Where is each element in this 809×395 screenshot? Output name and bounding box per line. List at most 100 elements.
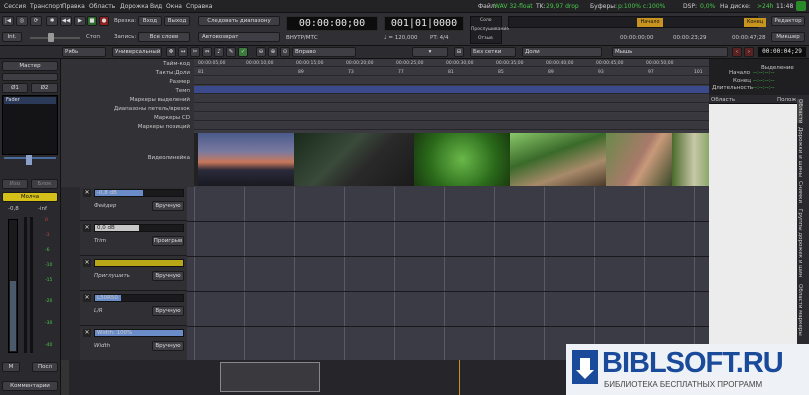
shuttle-icon[interactable]: ✱ — [46, 16, 58, 26]
trim-control[interactable]: 0,0 dB — [94, 224, 184, 232]
tab-tracks-busses[interactable]: Дорожки и шины — [797, 127, 803, 177]
mixer-button[interactable]: Микшер — [771, 32, 805, 42]
width-control[interactable]: Width: 100% — [94, 329, 184, 337]
strip-name-button[interactable]: Мастер — [2, 61, 58, 71]
cut-tool-icon[interactable]: ✂ — [190, 47, 200, 57]
regions-column-region[interactable]: Область — [711, 97, 735, 103]
close-icon[interactable]: ✕ — [83, 224, 91, 232]
automation-mode-button[interactable]: Вручную — [152, 341, 184, 351]
meter-row[interactable] — [194, 77, 709, 85]
start-marker[interactable]: Начало — [637, 18, 663, 27]
range-tool-icon[interactable]: ↔ — [178, 47, 188, 57]
track-width[interactable]: ✕ Width: 100% Width Вручную — [80, 327, 187, 361]
processor-fader[interactable]: Fader — [4, 97, 56, 104]
track-pan[interactable]: ✕ L50R50 L/R Вручную — [80, 292, 187, 326]
timecode-row[interactable]: 00:00:05;00 00:00:10;00 00:00:15;00 00:0… — [194, 59, 709, 67]
mute-control[interactable] — [94, 259, 184, 267]
punch-out-button[interactable]: Выход — [164, 16, 190, 26]
cd-markers-row[interactable] — [194, 113, 709, 121]
automation-mode-button[interactable]: Вручную — [152, 306, 184, 316]
nudge-icon[interactable]: ⊟ — [454, 47, 464, 57]
mini-timeline[interactable]: Начало Конец — [508, 16, 766, 28]
grab-tool-icon[interactable]: ✥ — [166, 47, 176, 57]
loop-icon[interactable]: ⟳ — [30, 16, 42, 26]
automation-mode-button[interactable]: Проигрыв — [152, 236, 184, 246]
editor-button[interactable]: Редактор — [771, 16, 805, 26]
shuttle-handle[interactable] — [48, 33, 54, 42]
end-marker[interactable]: Конец — [744, 18, 766, 27]
autoreturn-toggle[interactable]: Автовозврат — [198, 32, 280, 42]
close-icon[interactable]: ✕ — [83, 259, 91, 267]
nudge-forward-icon[interactable]: › — [744, 47, 754, 57]
track-mute[interactable]: ✕ Приглушить Вручную — [80, 257, 187, 291]
tab-ranges-marks[interactable]: Области маркеры — [797, 284, 803, 336]
play-icon[interactable]: ▶ — [74, 16, 86, 26]
menu-region[interactable]: Область — [89, 3, 115, 10]
menu-transport[interactable]: Транспорт — [30, 3, 63, 10]
regions-list[interactable]: Область Полож — [709, 95, 797, 359]
processor-box[interactable]: Fader — [2, 95, 58, 155]
visible-tracks-select[interactable]: ▾ — [412, 47, 448, 57]
internal-edit-icon[interactable]: ✓ — [238, 47, 248, 57]
grid-type-select[interactable]: Доли — [522, 47, 602, 57]
tab-track-groups[interactable]: Группы дорожек и шин — [797, 209, 803, 277]
shuttle-slider[interactable] — [30, 37, 80, 39]
summary-viewport[interactable] — [220, 362, 320, 392]
solo-safe-button[interactable]: Блок — [31, 179, 58, 189]
fader-control[interactable]: -0,8 dB — [94, 189, 184, 197]
automation-mode-button[interactable]: Вручную — [152, 271, 184, 281]
loop-punch-row[interactable] — [194, 104, 709, 112]
bars-row[interactable]: 81 89 73 77 81 85 89 93 97 101 — [194, 68, 709, 76]
edit-mode-select[interactable]: Рябь — [62, 47, 106, 57]
nudge-back-icon[interactable]: ‹ — [732, 47, 742, 57]
snap-mode-select[interactable]: Без сетки — [470, 47, 516, 57]
zoom-in-icon[interactable]: ⊕ — [268, 47, 278, 57]
punch-in-button[interactable]: Вход — [138, 16, 162, 26]
tab-regions[interactable]: Области — [797, 99, 803, 124]
snap-to-select[interactable]: Мышь — [612, 47, 728, 57]
timeline-rulers[interactable]: 00:00:05;00 00:00:10;00 00:00:15;00 00:0… — [194, 59, 709, 187]
int-button[interactable]: Int. — [2, 32, 22, 42]
location-markers-row[interactable] — [194, 122, 709, 130]
comments-button[interactable]: Комментарии — [2, 381, 58, 391]
rewind-start-icon[interactable]: |◀ — [2, 16, 14, 26]
pan-control[interactable]: L50R50 — [94, 294, 184, 302]
zoom-out-icon[interactable]: ⊖ — [256, 47, 266, 57]
rewind-icon[interactable]: ◀◀ — [60, 16, 72, 26]
zoom-focus-select[interactable]: Вправо — [292, 47, 356, 57]
automation-mode-button[interactable]: Вручную — [152, 201, 184, 211]
meter-point-button[interactable]: M — [2, 362, 20, 372]
close-icon[interactable]: ✕ — [83, 329, 91, 337]
post-fader-button[interactable]: Посл — [32, 362, 58, 372]
record-arm-icon[interactable]: ● — [99, 16, 109, 26]
close-icon[interactable]: ✕ — [83, 189, 91, 197]
tempo-row[interactable] — [194, 86, 709, 94]
tab-snapshots[interactable]: Снимки — [797, 181, 803, 203]
input-button[interactable] — [2, 73, 58, 81]
ripple-mode-select[interactable]: Универсальный — [112, 47, 162, 57]
menu-help[interactable]: Справка — [186, 3, 212, 10]
menu-windows[interactable]: Окна — [166, 3, 182, 10]
draw-tool-icon[interactable]: ✎ — [226, 47, 236, 57]
record-layers-select[interactable]: Все слоев — [138, 32, 190, 42]
regions-column-position[interactable]: Полож — [777, 97, 796, 103]
zoom-session-icon[interactable]: ⊙ — [280, 47, 290, 57]
stop-icon[interactable]: ■ — [87, 16, 97, 26]
phase-invert-2[interactable]: Ø2 — [31, 83, 58, 93]
menu-session[interactable]: Сессия — [4, 3, 26, 10]
menu-track[interactable]: Дорожка — [120, 3, 149, 10]
phase-invert-1[interactable]: Ø1 — [2, 83, 28, 93]
nudge-clock[interactable]: 00:00:04;29 — [757, 46, 807, 58]
mute-button[interactable]: Молча — [2, 192, 58, 202]
track-fader[interactable]: ✕ -0,8 dB Фейдер Вручную — [80, 187, 187, 221]
isolate-button[interactable]: Изо — [2, 179, 28, 189]
record-icon[interactable]: ◎ — [16, 16, 28, 26]
close-icon[interactable]: ✕ — [83, 294, 91, 302]
secondary-clock[interactable]: 001|01|0000 — [384, 16, 464, 31]
primary-clock[interactable]: 00:00:00;00 — [286, 16, 378, 31]
range-markers-row[interactable] — [194, 95, 709, 103]
follow-range-button[interactable]: Следовать диапазону — [198, 16, 280, 26]
audition-tool-icon[interactable]: ♪ — [214, 47, 224, 57]
menu-edit[interactable]: Правка — [62, 3, 85, 10]
panner-handle[interactable] — [26, 155, 32, 165]
